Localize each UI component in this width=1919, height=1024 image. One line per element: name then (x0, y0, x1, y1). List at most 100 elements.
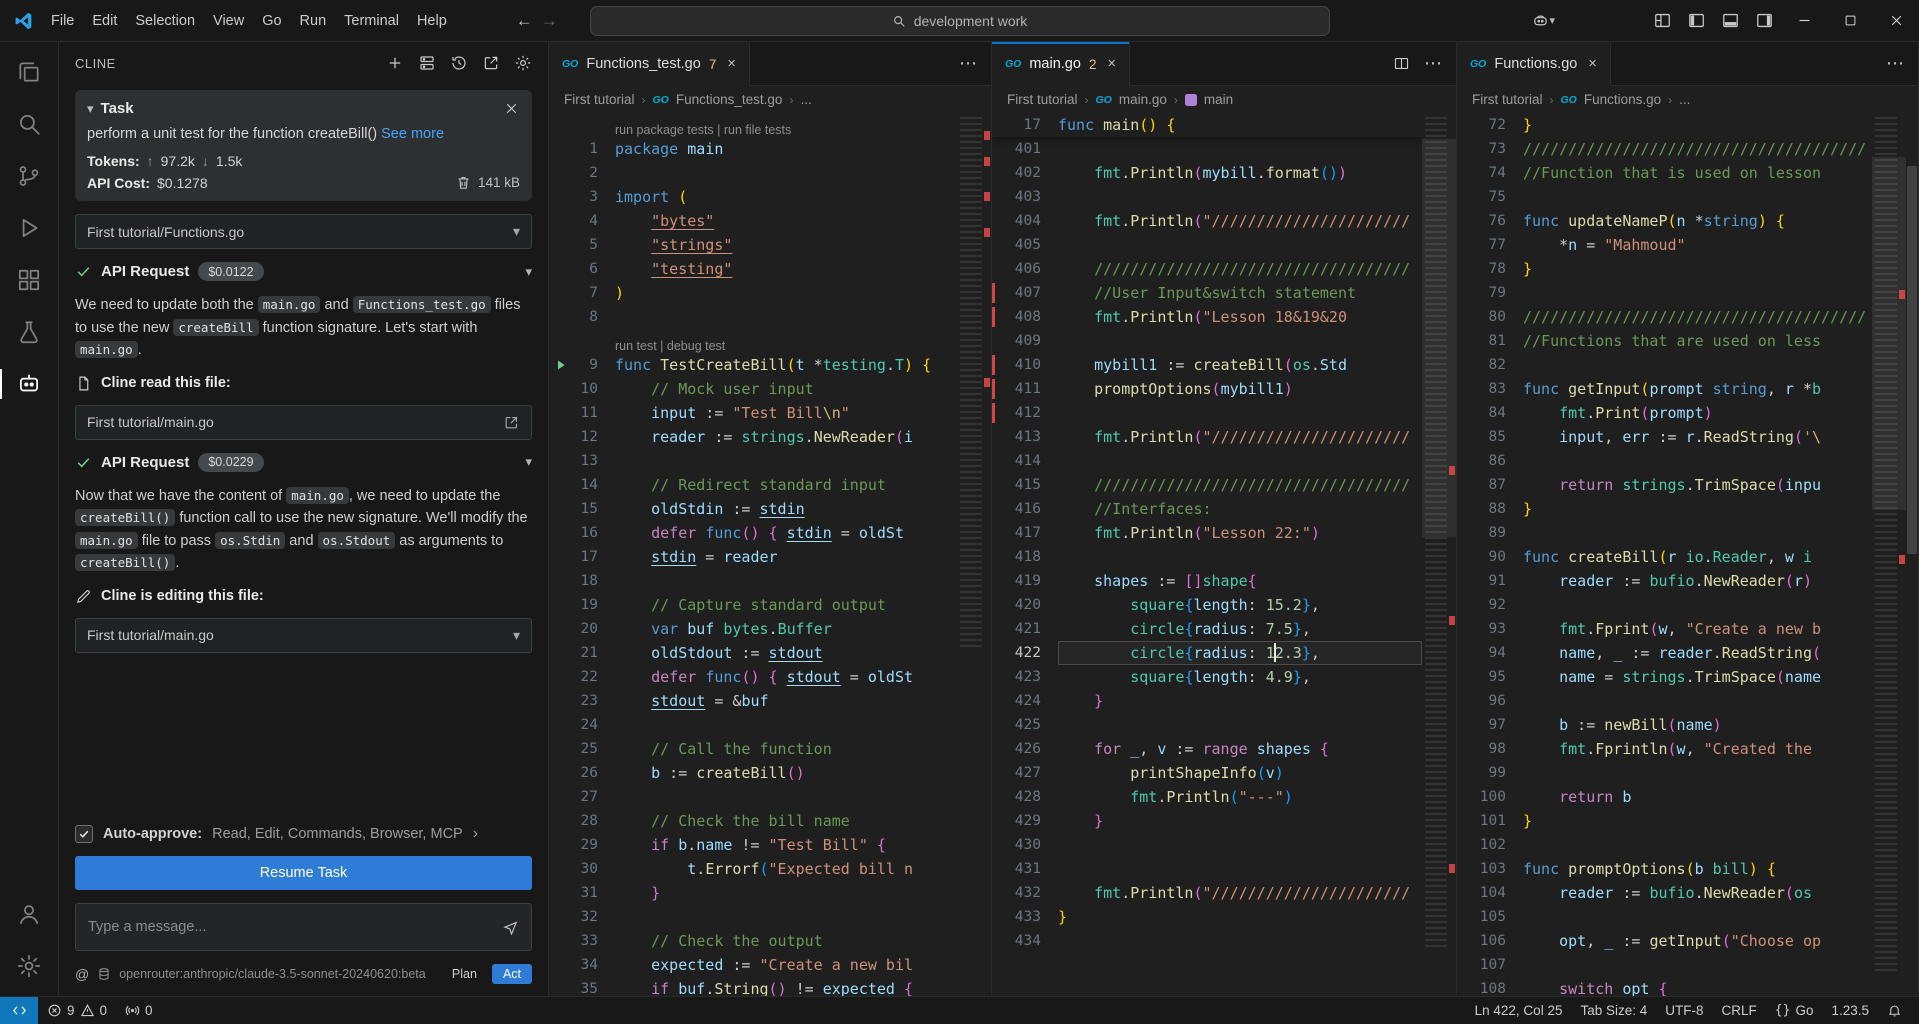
line-number[interactable]: 402 (992, 165, 1058, 181)
line-number[interactable]: 412 (992, 405, 1058, 421)
line-number[interactable]: 25 (549, 741, 615, 757)
line-number[interactable]: 4 (549, 213, 615, 229)
code-line[interactable]: 30 t.Errorf("Expected bill n (549, 857, 957, 881)
code-line[interactable]: 73////////////////////////////////////// (1457, 137, 1872, 161)
line-number[interactable]: 77 (1457, 237, 1523, 253)
code-line[interactable]: 418 (992, 545, 1422, 569)
menu-terminal[interactable]: Terminal (335, 9, 408, 33)
code-line[interactable]: 15 oldStdin := stdin (549, 497, 957, 521)
line-number[interactable]: 12 (549, 429, 615, 445)
breadcrumb-item[interactable]: First tutorial (564, 92, 635, 107)
code-line[interactable]: 427 printShapeInfo(v) (992, 761, 1422, 785)
code-line[interactable]: 410 mybill1 := createBill(os.Std (992, 353, 1422, 377)
code-line[interactable]: 81//Functions that are used on less (1457, 329, 1872, 353)
code-line[interactable]: 423 square{length: 4.9}, (992, 665, 1422, 689)
close-task-icon[interactable] (503, 100, 520, 117)
line-number[interactable]: 20 (549, 621, 615, 637)
code-line[interactable]: 419 shapes := []shape{ (992, 569, 1422, 593)
code-line[interactable]: 434 (992, 929, 1422, 953)
breadcrumb-item[interactable]: First tutorial (1472, 92, 1543, 107)
activity-source-control[interactable] (0, 150, 59, 202)
code-line[interactable]: 421 circle{radius: 7.5}, (992, 617, 1422, 641)
encoding[interactable]: UTF-8 (1656, 1003, 1712, 1018)
see-more-link[interactable]: See more (381, 126, 444, 142)
code-line[interactable]: 98 fmt.Fprintln(w, "Created the (1457, 737, 1872, 761)
line-number[interactable]: 416 (992, 501, 1058, 517)
toggle-sidebar-icon[interactable] (1679, 0, 1713, 41)
line-number[interactable]: 24 (549, 717, 615, 733)
line-number[interactable]: 5 (549, 237, 615, 253)
menu-help[interactable]: Help (408, 9, 456, 33)
minimize-button[interactable] (1781, 0, 1827, 41)
model-name[interactable]: openrouter:anthropic/claude-3.5-sonnet-2… (119, 967, 437, 981)
code-line[interactable]: 24 (549, 713, 957, 737)
code-line[interactable]: 32 (549, 905, 957, 929)
toggle-secondary-sidebar-icon[interactable] (1747, 0, 1781, 41)
code-line[interactable]: 103 func promptOptions(b bill) { (1457, 857, 1872, 881)
code-line[interactable]: 403 (992, 185, 1422, 209)
more-actions-icon[interactable]: ⋯ (1886, 53, 1905, 74)
line-number[interactable]: 19 (549, 597, 615, 613)
line-number[interactable]: 426 (992, 741, 1058, 757)
menu-run[interactable]: Run (291, 9, 336, 33)
act-toggle[interactable]: Act (491, 964, 532, 984)
line-number[interactable]: 403 (992, 189, 1058, 205)
breadcrumb-item[interactable]: Functions.go (1584, 92, 1661, 107)
run-test-icon[interactable] (555, 359, 567, 375)
code-line[interactable]: 10 // Mock user input (549, 377, 957, 401)
code-line[interactable]: 414 (992, 449, 1422, 473)
split-editor-icon[interactable] (1393, 55, 1410, 72)
line-number[interactable]: 83 (1457, 381, 1523, 397)
code-line[interactable]: 89 (1457, 521, 1872, 545)
more-actions-icon[interactable]: ⋯ (1424, 53, 1443, 74)
code-line[interactable]: 76 func updateNameP(n *string) { (1457, 209, 1872, 233)
close-window-button[interactable] (1873, 0, 1919, 41)
line-number[interactable]: 75 (1457, 189, 1523, 205)
line-number[interactable]: 428 (992, 789, 1058, 805)
code-line[interactable]: 407 //User Input&switch statement (992, 281, 1422, 305)
code-line[interactable]: 406 /////////////////////////////////// (992, 257, 1422, 281)
code-line[interactable]: 3 import ( (549, 185, 957, 209)
code-line[interactable]: 34 expected := "Create a new bil (549, 953, 957, 977)
line-number[interactable]: 434 (992, 933, 1058, 949)
line-number[interactable]: 74 (1457, 165, 1523, 181)
code-line[interactable]: 405 (992, 233, 1422, 257)
codelens[interactable]: run package tests | run file tests (549, 113, 957, 137)
line-number[interactable]: 414 (992, 453, 1058, 469)
code-line[interactable]: 13 (549, 449, 957, 473)
code-line[interactable]: 29 if b.name != "Test Bill" { (549, 833, 957, 857)
code-line[interactable]: 433} (992, 905, 1422, 929)
menu-view[interactable]: View (204, 9, 253, 33)
code-line[interactable]: 28 // Check the bill name (549, 809, 957, 833)
code-line[interactable]: 5 "strings" (549, 233, 957, 257)
tab-Functions.go[interactable]: GO Functions.go × (1457, 42, 1611, 86)
breadcrumb-item[interactable]: main (1204, 92, 1233, 107)
line-number[interactable]: 79 (1457, 285, 1523, 301)
line-number[interactable]: 98 (1457, 741, 1523, 757)
line-number[interactable]: 413 (992, 429, 1058, 445)
code-line[interactable]: 20 var buf bytes.Buffer (549, 617, 957, 641)
code-line[interactable]: 23 stdout = &buf (549, 689, 957, 713)
copilot-menu[interactable]: ▾ (1532, 12, 1555, 29)
line-number[interactable]: 33 (549, 933, 615, 949)
code-line[interactable]: 72} (1457, 113, 1872, 137)
line-number[interactable]: 91 (1457, 573, 1523, 589)
message-input[interactable]: Type a message... (75, 903, 532, 951)
tab-Functions_test.go[interactable]: GO Functions_test.go 7 × (549, 42, 750, 86)
activity-accounts[interactable] (0, 888, 59, 940)
code-line[interactable]: 25 // Call the function (549, 737, 957, 761)
mcp-servers-icon[interactable] (418, 54, 436, 72)
line-number[interactable]: 425 (992, 717, 1058, 733)
code-line[interactable]: 424 } (992, 689, 1422, 713)
line-number[interactable]: 23 (549, 693, 615, 709)
line-number[interactable]: 93 (1457, 621, 1523, 637)
line-number[interactable]: 85 (1457, 429, 1523, 445)
line-number[interactable]: 423 (992, 669, 1058, 685)
code-area[interactable]: 72} 73///////////////////////////////////… (1457, 113, 1872, 996)
line-number[interactable]: 31 (549, 885, 615, 901)
code-line[interactable]: 27 (549, 785, 957, 809)
line-number[interactable]: 89 (1457, 525, 1523, 541)
code-line[interactable]: 417 fmt.Println("Lesson 22:") (992, 521, 1422, 545)
line-number[interactable]: 401 (992, 141, 1058, 157)
code-line[interactable]: 2 (549, 161, 957, 185)
